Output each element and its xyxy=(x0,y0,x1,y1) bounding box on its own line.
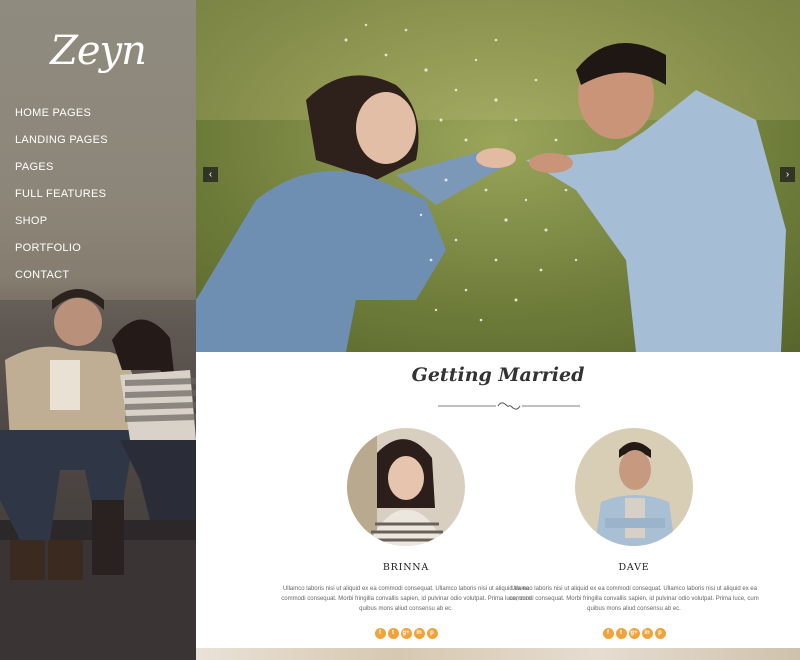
sidebar-couple-photo xyxy=(0,289,196,660)
couple-section: Getting Married BRINNA Ullamco laboris n… xyxy=(196,352,800,660)
nav-item-contact[interactable]: CONTACT xyxy=(15,266,108,293)
chevron-right-icon: › xyxy=(785,169,790,180)
nav-item-pages[interactable]: PAGES xyxy=(15,158,108,185)
facebook-icon[interactable]: f xyxy=(602,628,614,639)
person-card-bride: BRINNA Ullamco laboris nisi ut aliquid e… xyxy=(281,428,531,639)
logo[interactable]: Zeyn xyxy=(0,28,196,74)
nav-item-shop[interactable]: SHOP xyxy=(15,212,108,239)
chevron-left-icon: ‹ xyxy=(208,169,213,180)
nav-item-home-pages[interactable]: HOME PAGES xyxy=(15,104,108,131)
next-section-preview xyxy=(196,648,800,660)
slider-next-button[interactable]: › xyxy=(780,167,795,182)
google-plus-icon[interactable]: g+ xyxy=(400,628,412,639)
person-name: DAVE xyxy=(618,562,650,573)
nav-item-full-features[interactable]: FULL FEATURES xyxy=(15,185,108,212)
social-links: f t g+ in p xyxy=(509,628,759,639)
linkedin-icon[interactable]: in xyxy=(641,628,653,639)
google-plus-icon[interactable]: g+ xyxy=(628,628,640,639)
nav-item-landing-pages[interactable]: LANDING PAGES xyxy=(15,131,108,158)
twitter-icon[interactable]: t xyxy=(387,628,399,639)
ornament-divider-icon xyxy=(438,402,580,410)
linkedin-icon[interactable]: in xyxy=(413,628,425,639)
person-name: BRINNA xyxy=(382,562,430,573)
pinterest-icon[interactable]: p xyxy=(426,628,438,639)
nav-item-portfolio[interactable]: PORTFOLIO xyxy=(15,239,108,266)
section-title: Getting Married xyxy=(411,364,585,386)
twitter-icon[interactable]: t xyxy=(615,628,627,639)
person-card-groom: DAVE Ullamco laboris nisi ut aliquid ex … xyxy=(509,428,759,639)
hero-slider: ‹ › xyxy=(196,0,800,352)
hero-image xyxy=(196,0,800,352)
facebook-icon[interactable]: f xyxy=(374,628,386,639)
social-links: f t g+ in p xyxy=(281,628,531,639)
person-bio: Ullamco laboris nisi ut aliquid ex ea co… xyxy=(509,586,759,612)
avatar-brinna xyxy=(347,428,465,546)
pinterest-icon[interactable]: p xyxy=(654,628,666,639)
sidebar: Zeyn HOME PAGES LANDING PAGES PAGES FULL… xyxy=(0,0,196,660)
avatar-dave xyxy=(575,428,693,546)
main-nav: HOME PAGES LANDING PAGES PAGES FULL FEAT… xyxy=(15,104,108,293)
person-bio: Ullamco laboris nisi ut aliquid ex ea co… xyxy=(281,586,531,612)
slider-prev-button[interactable]: ‹ xyxy=(203,167,218,182)
